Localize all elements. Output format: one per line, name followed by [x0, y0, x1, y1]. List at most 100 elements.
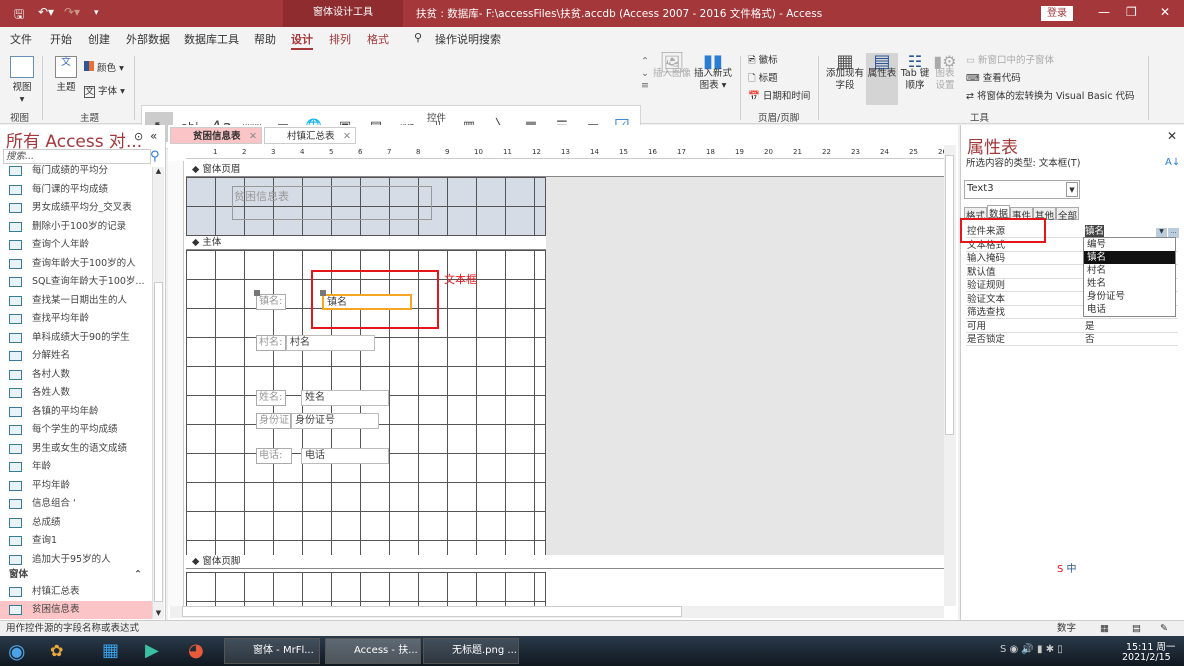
subform-button[interactable]: ▭ 新窗口中的子窗体	[966, 55, 1054, 67]
doc-tab-poverty-info[interactable]: 贫困信息表 ✕	[170, 127, 262, 144]
nav-query-item[interactable]: 男生或女生的语文成绩	[0, 440, 152, 458]
insert-image-button[interactable]: 🖼 插入图像	[653, 52, 691, 80]
nav-query-item[interactable]: 查找某一日期出生的人	[0, 292, 152, 310]
form-header-bar[interactable]: ◆ 窗体页眉	[186, 163, 944, 177]
property-sheet-button[interactable]: ▤ 属性表	[866, 53, 898, 105]
nav-query-item[interactable]: 查询个人年龄	[0, 236, 152, 254]
nav-query-item[interactable]: 查询1	[0, 532, 152, 550]
close-tab-icon[interactable]: ✕	[343, 128, 351, 145]
property-value[interactable]: 否	[1085, 333, 1095, 346]
tab-arrange[interactable]: 排列	[329, 31, 351, 47]
taskbar-task[interactable]: Access - 扶...	[325, 638, 421, 664]
textbox-id[interactable]: 身份证号	[291, 413, 379, 429]
tab-format[interactable]: 格式	[367, 31, 389, 47]
tab-help[interactable]: 帮助	[254, 31, 276, 47]
nav-query-item[interactable]: 每门成绩的平均分	[0, 162, 152, 180]
close-tab-icon[interactable]: ✕	[249, 128, 257, 145]
nav-query-item[interactable]: 平均年龄	[0, 477, 152, 495]
header-title-label[interactable]: 贫困信息表	[232, 186, 432, 220]
taskbar-task[interactable]: 窗体 - MrFl...	[224, 638, 320, 664]
field-label-village[interactable]: 村名:	[256, 335, 286, 351]
fonts-button[interactable]: 文 字体 ▾	[84, 86, 125, 98]
tab-order-button[interactable]: ☷ Tab 键顺序	[900, 54, 930, 92]
property-tab[interactable]: 全部	[1056, 207, 1080, 222]
object-selector[interactable]: Text3 ▼	[964, 180, 1080, 199]
insert-chart-button[interactable]: ▮▮ 插入新式图表 ▾	[692, 53, 734, 92]
tray-icons[interactable]: S ◉ 🔊 ▮ ✱ ▯	[1000, 644, 1063, 655]
tab-external-data[interactable]: 外部数据	[126, 31, 170, 47]
nav-query-item[interactable]: 每个学生的平均成绩	[0, 421, 152, 439]
dropdown-option[interactable]: 姓名	[1084, 277, 1175, 290]
nav-form-item[interactable]: 村镇汇总表	[0, 583, 152, 601]
nav-query-item[interactable]: 男女成绩平均分_交叉表	[0, 199, 152, 217]
textbox-village[interactable]: 村名	[286, 335, 375, 351]
close-button[interactable]: ✕	[1160, 5, 1170, 19]
field-label-town[interactable]: 镇名:	[256, 294, 286, 310]
add-existing-fields-button[interactable]: ▦ 添加现有字段	[826, 53, 864, 92]
close-pane-icon[interactable]: ✕	[1167, 129, 1177, 143]
textbox-name[interactable]: 姓名	[301, 390, 389, 406]
login-button[interactable]: 登录	[1041, 6, 1073, 21]
save-icon[interactable]: 🖫	[14, 5, 24, 26]
collapse-group-icon[interactable]: ⌃	[134, 566, 142, 584]
convert-macros-button[interactable]: ⇄ 将窗体的宏转换为 Visual Basic 代码	[966, 91, 1135, 103]
tab-create[interactable]: 创建	[88, 31, 110, 47]
property-row[interactable]: 是否锁定 否	[966, 333, 1178, 346]
title-button[interactable]: 🗋 标题	[748, 73, 778, 85]
property-value[interactable]: 是	[1085, 320, 1095, 333]
logo-button[interactable]: 🖻 徽标	[748, 55, 778, 67]
property-tab[interactable]: 数据	[987, 205, 1011, 220]
form-footer-bar[interactable]: ◆ 窗体页脚	[186, 555, 944, 569]
redo-icon[interactable]: ↷▾	[64, 5, 80, 19]
nav-group-forms[interactable]: 窗体 ⌃	[0, 566, 152, 584]
form-view-icon[interactable]: ▦	[1100, 621, 1109, 636]
nav-query-item[interactable]: 单科成绩大于90的学生	[0, 329, 152, 347]
tab-home[interactable]: 开始	[50, 31, 72, 47]
gallery-scroll-icon[interactable]: ⌃ ⌄ ≡	[640, 56, 650, 92]
tab-database-tools[interactable]: 数据库工具	[184, 31, 239, 47]
undo-icon[interactable]: ↶▾	[38, 5, 54, 19]
layout-view-icon[interactable]: ▤	[1132, 621, 1141, 636]
property-row[interactable]: 可用 是	[966, 320, 1178, 333]
customize-qat-icon[interactable]: ▾	[94, 8, 99, 18]
tab-design[interactable]: 设计	[291, 31, 313, 50]
field-label-phone[interactable]: 电话:	[256, 448, 292, 464]
ime-toolbar[interactable]: S 中	[1056, 559, 1078, 576]
design-view-icon[interactable]: ✎	[1160, 621, 1168, 636]
nav-query-item[interactable]: 分解姓名	[0, 347, 152, 365]
nav-query-item[interactable]: 年龄	[0, 458, 152, 476]
nav-query-item[interactable]: 删除小于100岁的记录	[0, 218, 152, 236]
textbox-phone[interactable]: 电话	[301, 448, 389, 464]
colors-button[interactable]: 颜色 ▾	[84, 61, 124, 75]
nav-query-item[interactable]: 查找平均年龄	[0, 310, 152, 328]
nav-menu-icon[interactable]: ⊙	[134, 130, 143, 143]
datetime-button[interactable]: 📅 日期和时间	[748, 91, 810, 103]
minimize-button[interactable]: —	[1098, 5, 1110, 19]
theme-button[interactable]: 文主题	[52, 56, 80, 94]
app-icon[interactable]: ◕	[188, 640, 204, 661]
sort-icon[interactable]: A↓	[1165, 157, 1180, 168]
dropdown-option[interactable]: 身份证号	[1084, 290, 1175, 303]
dropdown-option[interactable]: 电话	[1084, 303, 1175, 316]
move-handle[interactable]	[254, 290, 260, 296]
nav-query-item[interactable]: 总成绩	[0, 514, 152, 532]
play-icon[interactable]: ▶	[145, 640, 159, 661]
nav-query-item[interactable]: 查询年龄大于100岁的人	[0, 255, 152, 273]
restore-button[interactable]: ❐	[1126, 5, 1137, 19]
nav-query-item[interactable]: SQL查询年龄大于100岁...	[0, 273, 152, 291]
view-button[interactable]: 视图 ▾	[6, 56, 38, 106]
dropdown-option[interactable]: 编号	[1084, 238, 1175, 251]
nav-query-item[interactable]: 信息组合 ‘	[0, 495, 152, 513]
nav-query-item[interactable]: 各姓人数	[0, 384, 152, 402]
start-button[interactable]: ◉	[8, 639, 25, 663]
chart-settings-button[interactable]: ▮⚙ 图表设置	[932, 54, 958, 92]
app-icon[interactable]: ✿	[50, 641, 63, 660]
app-icon[interactable]: ▦	[102, 640, 119, 661]
field-label-name[interactable]: 姓名:	[256, 390, 286, 406]
collapse-nav-icon[interactable]: «	[150, 129, 157, 143]
horizontal-scrollbar[interactable]	[170, 606, 944, 618]
nav-query-item[interactable]: 各村人数	[0, 366, 152, 384]
chevron-down-icon[interactable]: ▼	[1066, 182, 1078, 197]
control-source-dropdown[interactable]: 编号 镇名 村名 姓名 身份证号 电话	[1083, 237, 1176, 317]
nav-query-item[interactable]: 各镇的平均年龄	[0, 403, 152, 421]
